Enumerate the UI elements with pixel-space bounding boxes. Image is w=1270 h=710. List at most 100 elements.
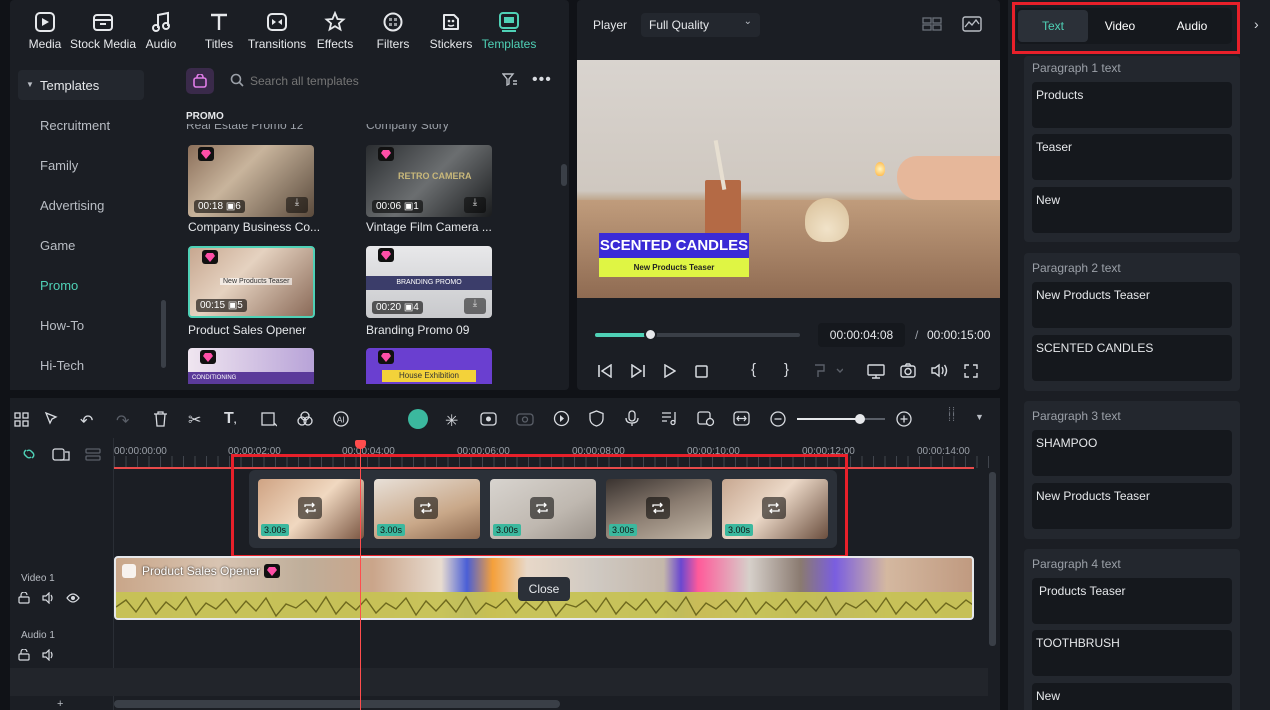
template-card[interactable]: CONDITIONING: [188, 348, 314, 384]
play-icon[interactable]: [664, 364, 676, 378]
toolbar-audio[interactable]: Audio: [132, 0, 190, 60]
timeline-vertical-scrollbar[interactable]: [989, 472, 996, 646]
group-icon[interactable]: [52, 448, 70, 461]
speaker-icon[interactable]: [42, 592, 56, 604]
toolbar-effects[interactable]: Effects: [306, 0, 364, 60]
sidebar-scrollbar[interactable]: [161, 300, 166, 368]
premium-filter-button[interactable]: [186, 68, 214, 94]
track-manager-icon[interactable]: [85, 448, 101, 461]
split-scissors-icon[interactable]: ✂: [188, 410, 201, 430]
step-back-icon[interactable]: [597, 364, 613, 378]
sidebar-item-family[interactable]: Family: [40, 158, 78, 173]
sidebar-item-game[interactable]: Game: [40, 238, 75, 253]
crop-icon[interactable]: [261, 412, 277, 427]
waveform-chart-icon[interactable]: [962, 16, 982, 32]
text-field[interactable]: New: [1032, 683, 1232, 710]
music-list-icon[interactable]: [661, 410, 678, 426]
timeline-horizontal-scrollbar[interactable]: [114, 700, 560, 708]
current-time-field[interactable]: 00:00:04:08: [818, 323, 905, 347]
add-track-icon[interactable]: +: [57, 698, 63, 710]
toolbar-transitions[interactable]: Transitions: [248, 0, 306, 60]
lock-icon[interactable]: [18, 649, 30, 661]
voice-over-icon[interactable]: [697, 410, 715, 427]
sidebar-item-advertising[interactable]: Advertising: [40, 198, 104, 213]
download-icon[interactable]: ⤓: [464, 197, 486, 213]
playback-progress-track[interactable]: [595, 333, 800, 337]
eye-icon[interactable]: [66, 593, 80, 603]
toolbar-filters[interactable]: Filters: [364, 0, 422, 60]
text-field[interactable]: Products Teaser: [1032, 578, 1232, 624]
template-card[interactable]: RETRO CAMERA 00:06 ▣1 ⤓: [366, 145, 492, 217]
zoom-out-icon[interactable]: [770, 411, 786, 427]
delete-icon[interactable]: [153, 411, 168, 427]
close-tooltip: Close: [518, 577, 570, 601]
drag-handle-icon[interactable]: ⁞⁞ ⁞⁞: [948, 407, 956, 424]
candle-shape: [805, 198, 849, 242]
toolbar-media[interactable]: Media: [16, 0, 74, 60]
auto-highlight-icon[interactable]: [516, 411, 534, 427]
text-field[interactable]: SCENTED CANDLES: [1032, 335, 1232, 381]
ai-copilot-icon[interactable]: [408, 409, 428, 429]
shield-icon[interactable]: [589, 410, 604, 427]
sidebar-item-how-to[interactable]: How-To: [40, 318, 84, 333]
select-tool-icon[interactable]: [44, 411, 60, 427]
ai-tool-icon[interactable]: AI: [332, 410, 350, 428]
microphone-icon[interactable]: [625, 410, 639, 427]
auto-reframe-icon[interactable]: [480, 411, 497, 427]
mark-out-icon[interactable]: }: [784, 361, 789, 378]
volume-icon[interactable]: [931, 363, 949, 378]
link-icon[interactable]: [20, 447, 38, 461]
toolbar-titles[interactable]: Titles: [190, 0, 248, 60]
sidebar-item-hi-tech[interactable]: Hi-Tech: [40, 358, 84, 373]
fit-icon[interactable]: [733, 411, 750, 426]
step-forward-icon[interactable]: [630, 364, 646, 378]
grid-scrollbar[interactable]: [561, 164, 567, 186]
layout-icon[interactable]: [14, 412, 29, 427]
marker-icon[interactable]: [813, 364, 843, 378]
caret-down-icon[interactable]: ▼: [975, 412, 984, 422]
mark-in-icon[interactable]: {: [751, 361, 756, 378]
text-field[interactable]: New: [1032, 187, 1232, 233]
text-field[interactable]: TOOTHBRUSH: [1032, 630, 1232, 676]
playhead-handle[interactable]: [355, 440, 366, 449]
text-field[interactable]: SHAMPOO: [1032, 430, 1232, 476]
speed-icon[interactable]: [553, 410, 570, 427]
speaker-icon[interactable]: [42, 649, 56, 661]
color-icon[interactable]: [297, 411, 313, 427]
download-icon[interactable]: ⤓: [286, 197, 308, 213]
template-card[interactable]: House Exhibition: [366, 348, 492, 384]
fullscreen-icon[interactable]: [964, 364, 978, 378]
toolbar-templates[interactable]: Templates: [480, 0, 538, 60]
snapshot-icon[interactable]: [900, 363, 916, 378]
toolbar-stickers[interactable]: Stickers: [422, 0, 480, 60]
download-icon[interactable]: ⤓: [464, 298, 486, 314]
redo-icon[interactable]: ↷: [116, 411, 129, 431]
grid-view-icon[interactable]: [922, 17, 942, 31]
sidebar-item-promo[interactable]: Promo: [40, 278, 78, 293]
zoom-in-icon[interactable]: [896, 411, 912, 427]
template-card[interactable]: 00:18 ▣6 ⤓: [188, 145, 314, 217]
template-card-selected[interactable]: New Products Teaser 00:15 ▣5: [188, 246, 315, 318]
text-tool-icon[interactable]: T,: [224, 410, 237, 428]
filter-icon[interactable]: [502, 73, 517, 87]
template-card[interactable]: BRANDING PROMO 00:20 ▣4 ⤓: [366, 246, 492, 318]
text-field[interactable]: Teaser: [1032, 134, 1232, 180]
stop-icon[interactable]: [695, 365, 708, 378]
quality-select[interactable]: Full Quality ⌄: [641, 13, 760, 37]
toolbar-label: Stock Media: [69, 37, 137, 51]
playhead-line[interactable]: [360, 446, 361, 710]
more-options-icon[interactable]: •••: [532, 71, 552, 89]
display-icon[interactable]: [867, 364, 885, 379]
toolbar-stock-media[interactable]: Stock Media: [70, 0, 136, 60]
zoom-slider-track[interactable]: [797, 418, 885, 420]
chevron-right-icon[interactable]: ›: [1254, 16, 1259, 32]
text-field[interactable]: New Products Teaser: [1032, 483, 1232, 529]
lock-icon[interactable]: [18, 592, 30, 604]
search-input[interactable]: [250, 70, 480, 92]
undo-icon[interactable]: ↶: [80, 411, 93, 431]
text-field[interactable]: Products: [1032, 82, 1232, 128]
beat-sync-icon[interactable]: ✳: [445, 411, 458, 431]
text-field[interactable]: New Products Teaser: [1032, 282, 1232, 328]
video-preview[interactable]: SCENTED CANDLES New Products Teaser: [577, 60, 1000, 298]
sidebar-item-recruitment[interactable]: Recruitment: [40, 118, 110, 133]
